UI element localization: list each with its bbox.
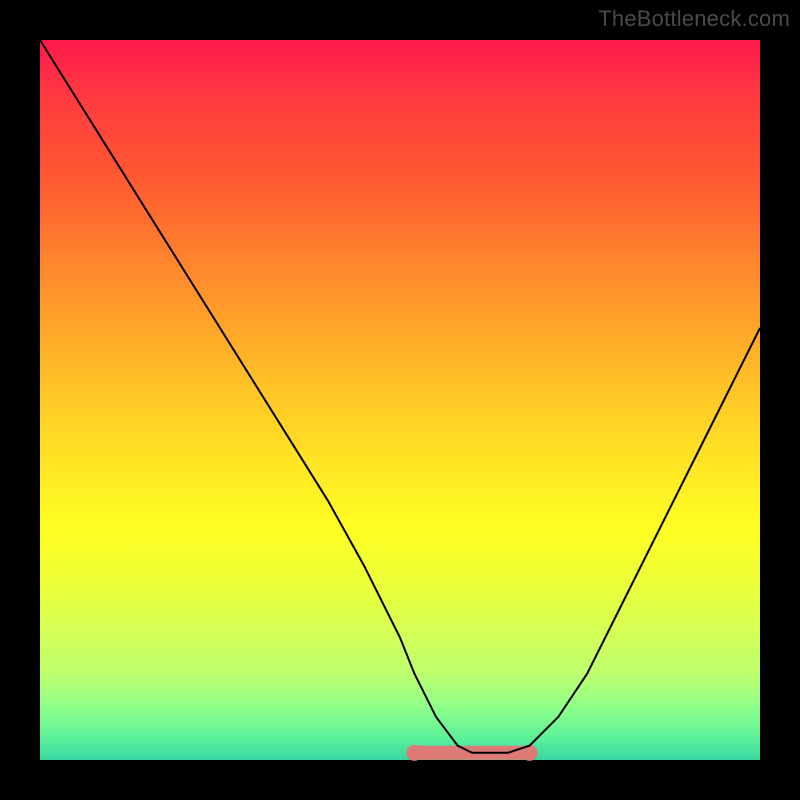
chart-frame: TheBottleneck.com xyxy=(0,0,800,800)
bottleneck-curve xyxy=(40,40,760,753)
optimal-band-endpoint-left xyxy=(406,745,422,761)
watermark-text: TheBottleneck.com xyxy=(598,6,790,32)
curve-layer xyxy=(40,40,760,760)
